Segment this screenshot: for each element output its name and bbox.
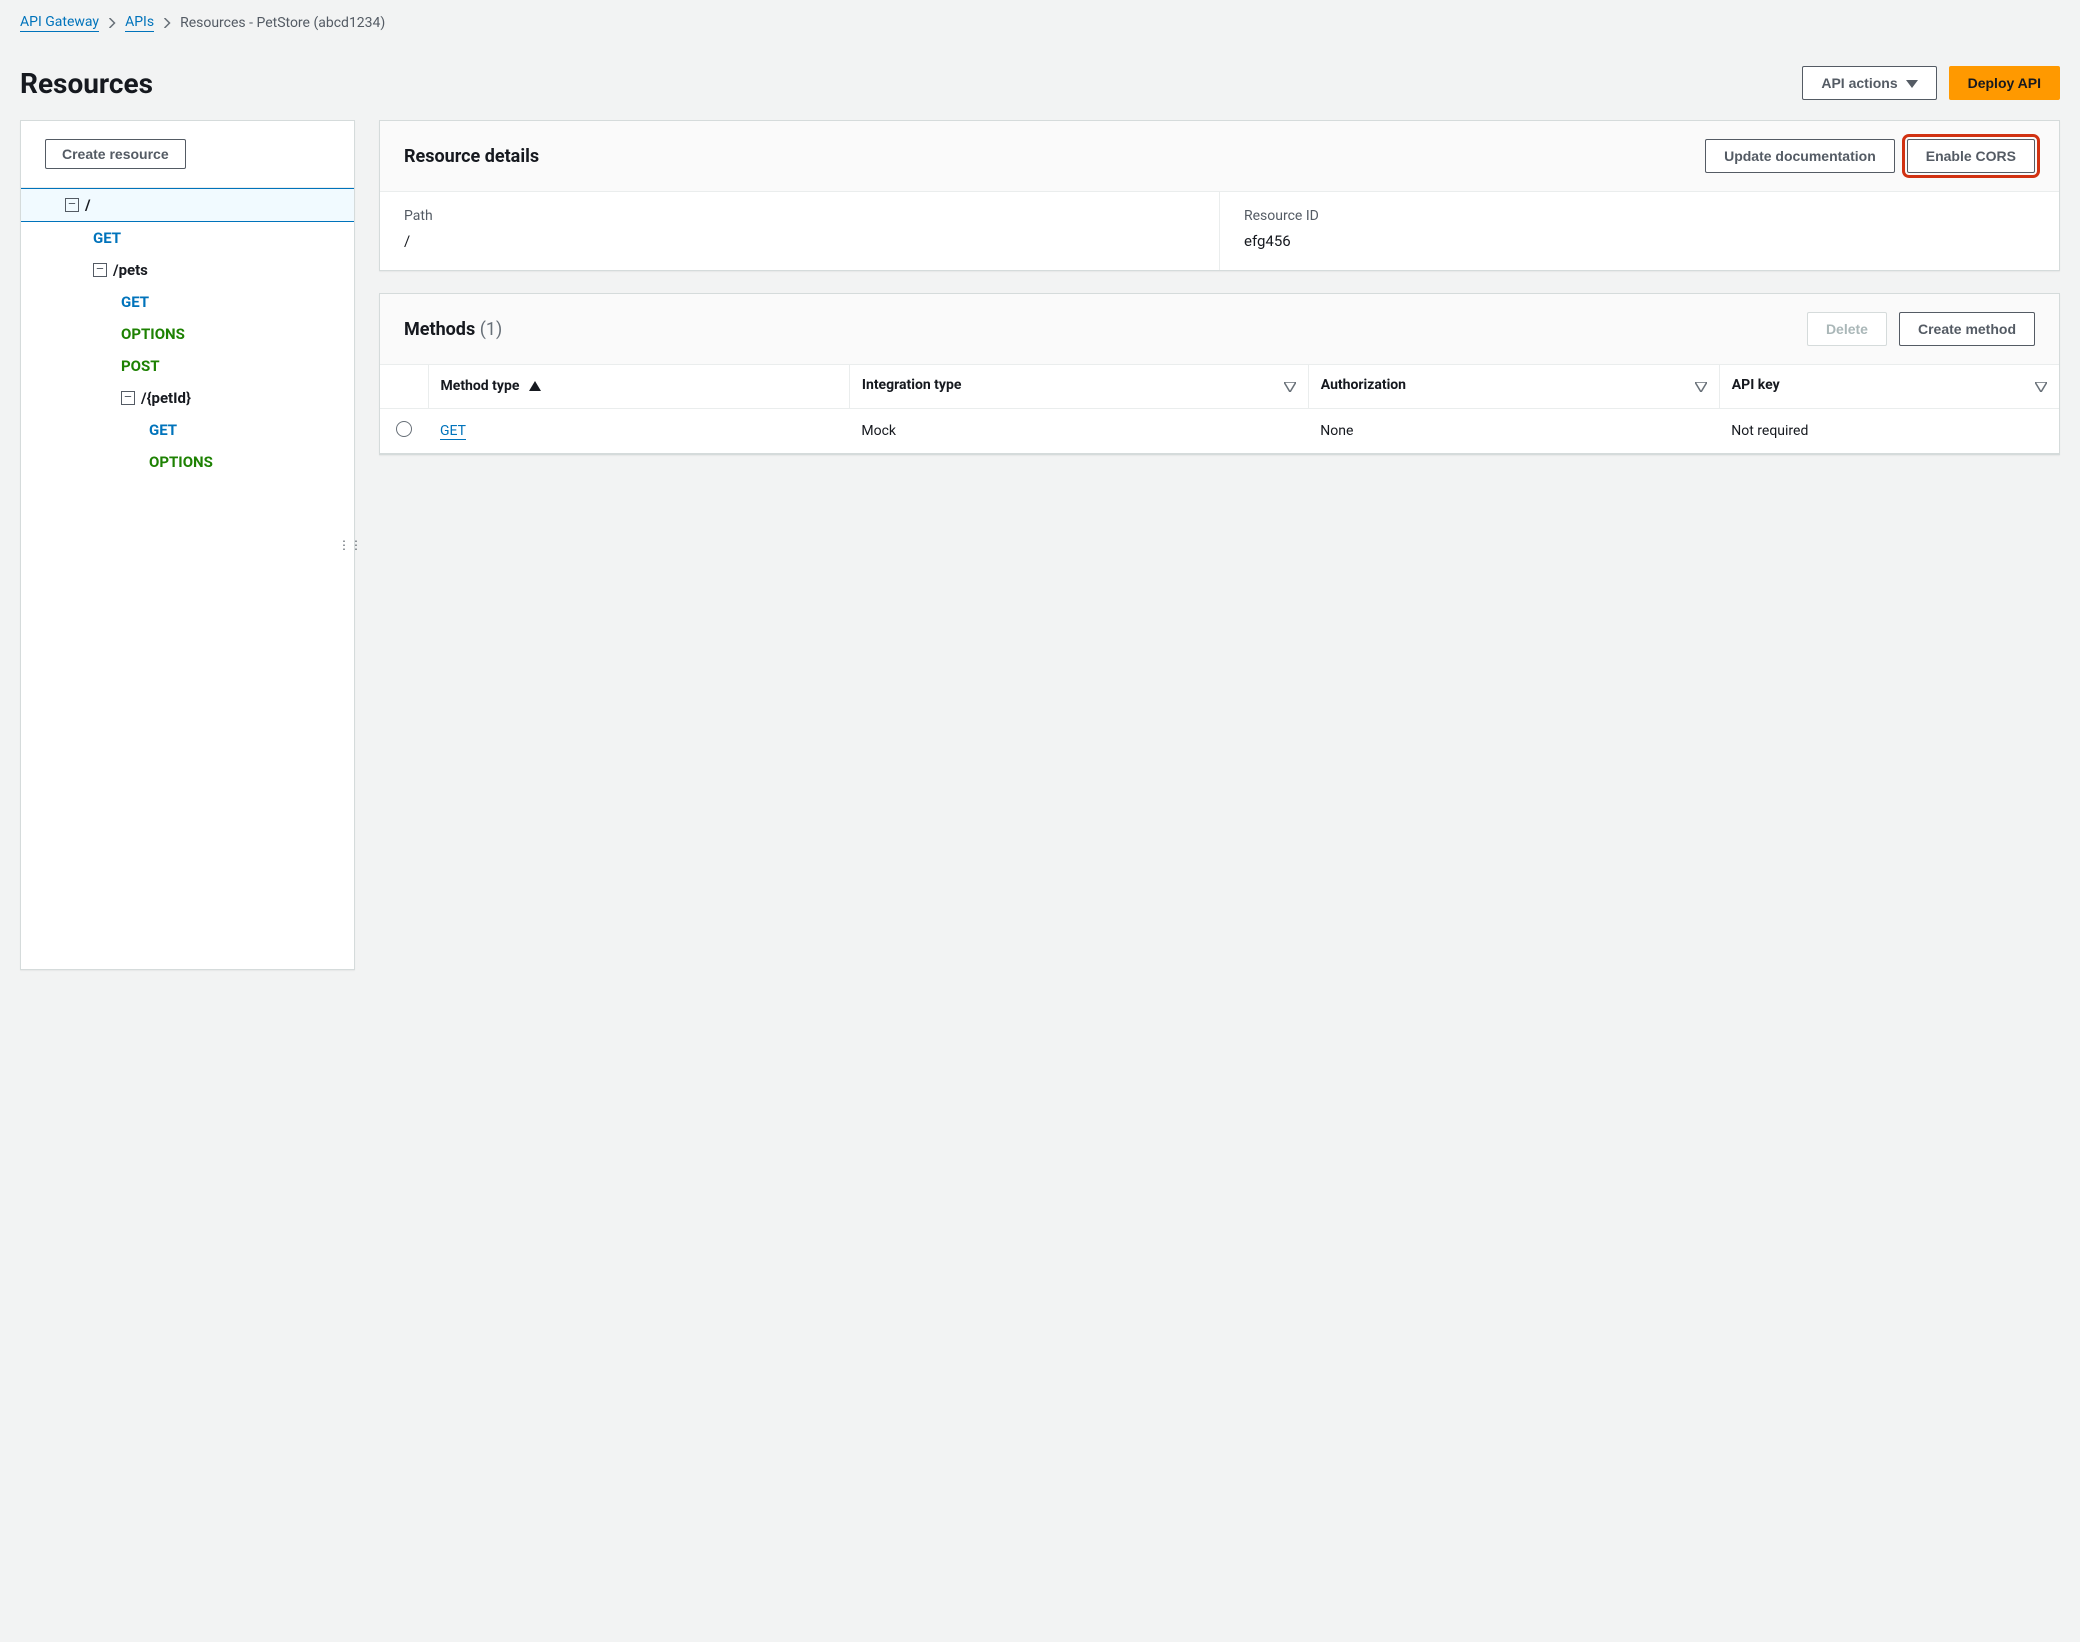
methods-count: (1) <box>480 319 503 340</box>
methods-heading: Methods (1) <box>404 319 502 340</box>
caret-down-icon <box>1906 75 1918 91</box>
tree-root[interactable]: – / <box>21 188 354 222</box>
enable-cors-button[interactable]: Enable CORS <box>1907 139 2035 173</box>
table-header-row: Method type Integration type <box>380 365 2059 409</box>
chevron-right-icon <box>107 18 117 28</box>
tree-pets-post[interactable]: POST <box>21 350 354 382</box>
tree-petid-label: /{petId} <box>141 389 191 407</box>
resource-details-body: Path / Resource ID efg456 <box>380 192 2059 270</box>
breadcrumb-current: Resources - PetStore (abcd1234) <box>180 15 385 31</box>
methods-actions: Delete Create method <box>1807 312 2035 346</box>
resource-tree: – / GET – /pets GET OPTIONS POST – /{pet… <box>21 188 354 478</box>
methods-header: Methods (1) Delete Create method <box>380 294 2059 365</box>
breadcrumb-apis[interactable]: APIs <box>125 14 154 32</box>
column-method-type[interactable]: Method type <box>428 365 849 409</box>
path-value: / <box>404 232 1195 250</box>
resource-details-panel: Resource details Update documentation En… <box>379 120 2060 271</box>
column-authorization[interactable]: Authorization <box>1308 365 1719 409</box>
column-api-key[interactable]: API key <box>1719 365 2059 409</box>
collapse-icon[interactable]: – <box>93 263 107 277</box>
detail-row: Path / Resource ID efg456 <box>380 192 2059 270</box>
method-label: OPTIONS <box>149 453 213 471</box>
header-actions: API actions Deploy API <box>1802 66 2060 100</box>
detail-resource-id: Resource ID efg456 <box>1219 192 2059 270</box>
tree-pets[interactable]: – /pets <box>21 254 354 286</box>
sidebar-top: Create resource <box>21 121 354 188</box>
chevron-right-icon <box>162 18 172 28</box>
column-select <box>380 365 428 409</box>
method-label: GET <box>121 293 149 311</box>
tree-pets-label: /pets <box>113 261 148 279</box>
methods-table: Method type Integration type <box>380 365 2059 454</box>
main-layout: Create resource – / GET – /pets GET OPTI… <box>0 120 2080 990</box>
breadcrumb: API Gateway APIs Resources - PetStore (a… <box>0 0 2080 46</box>
page-title: Resources <box>20 67 153 100</box>
api-actions-button[interactable]: API actions <box>1802 66 1936 100</box>
methods-panel: Methods (1) Delete Create method Method … <box>379 293 2060 455</box>
tree-pets-options[interactable]: OPTIONS <box>21 318 354 350</box>
cell-authorization: None <box>1308 409 1719 454</box>
radio-select[interactable] <box>396 421 412 437</box>
method-label: GET <box>149 421 177 439</box>
breadcrumb-api-gateway[interactable]: API Gateway <box>20 14 99 32</box>
method-get-link[interactable]: GET <box>440 423 466 440</box>
api-actions-label: API actions <box>1821 75 1897 91</box>
resource-details-heading: Resource details <box>404 146 539 167</box>
column-integration-type[interactable]: Integration type <box>849 365 1308 409</box>
tree-petid[interactable]: – /{petId} <box>21 382 354 414</box>
main-content: Resource details Update documentation En… <box>379 120 2060 970</box>
tree-petid-get[interactable]: GET <box>21 414 354 446</box>
resource-id-label: Resource ID <box>1244 208 2035 224</box>
tree-root-label: / <box>85 196 91 214</box>
method-label: POST <box>121 357 160 375</box>
sort-asc-icon <box>529 379 541 395</box>
resource-details-actions: Update documentation Enable CORS <box>1705 139 2035 173</box>
detail-path: Path / <box>380 192 1219 270</box>
create-method-button[interactable]: Create method <box>1899 312 2035 346</box>
cell-integration: Mock <box>849 409 1308 454</box>
method-label: OPTIONS <box>121 325 185 343</box>
deploy-api-button[interactable]: Deploy API <box>1949 66 2060 100</box>
create-resource-button[interactable]: Create resource <box>45 139 186 169</box>
resources-sidebar: Create resource – / GET – /pets GET OPTI… <box>20 120 355 970</box>
sort-icon <box>2035 380 2047 396</box>
resource-id-value: efg456 <box>1244 232 2035 250</box>
update-documentation-button[interactable]: Update documentation <box>1705 139 1895 173</box>
method-label: GET <box>93 229 121 247</box>
methods-body: Method type Integration type <box>380 365 2059 454</box>
sort-icon <box>1284 380 1296 396</box>
table-row[interactable]: GET Mock None Not required <box>380 409 2059 454</box>
cell-api-key: Not required <box>1719 409 2059 454</box>
resource-details-header: Resource details Update documentation En… <box>380 121 2059 192</box>
path-label: Path <box>404 208 1195 224</box>
tree-root-get[interactable]: GET <box>21 222 354 254</box>
sort-icon <box>1695 380 1707 396</box>
tree-pets-get[interactable]: GET <box>21 286 354 318</box>
resize-handle-icon[interactable]: ⋮⋮ <box>338 538 362 552</box>
collapse-icon[interactable]: – <box>121 391 135 405</box>
delete-method-button: Delete <box>1807 312 1887 346</box>
page-header: Resources API actions Deploy API <box>0 46 2080 120</box>
collapse-icon[interactable]: – <box>65 198 79 212</box>
tree-petid-options[interactable]: OPTIONS <box>21 446 354 478</box>
